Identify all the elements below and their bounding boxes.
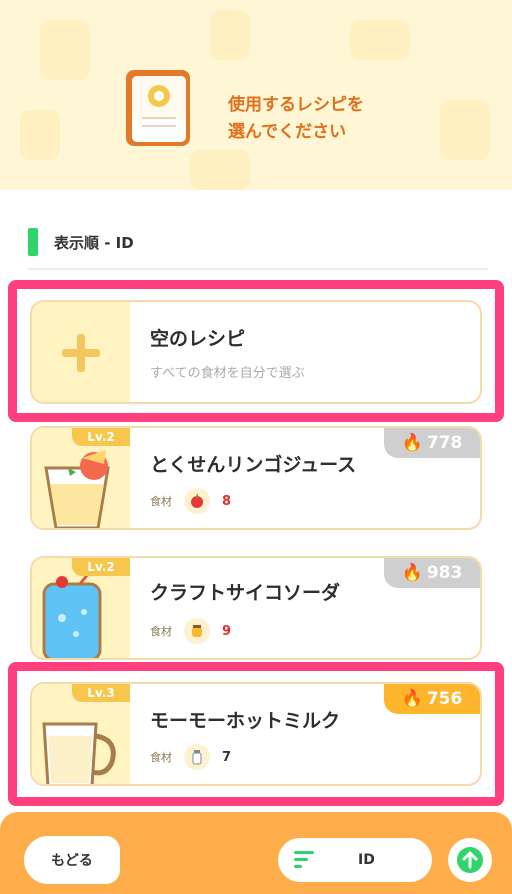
- back-button[interactable]: もどる: [24, 836, 120, 884]
- recipe-name: クラフトサイコソーダ: [150, 582, 341, 604]
- recipe-book-icon: [126, 70, 190, 146]
- empty-recipe-thumb: [32, 302, 130, 402]
- empty-recipe-card[interactable]: 空のレシピ すべての食材を自分で選ぶ: [30, 300, 482, 404]
- sort-direction-button[interactable]: [448, 838, 492, 882]
- sort-button[interactable]: ID: [278, 838, 432, 882]
- divider: [28, 268, 488, 270]
- ingredient-label: 食材: [150, 751, 172, 764]
- sort-order-label: 表示順 - ID: [28, 228, 134, 256]
- energy-value: 756: [426, 689, 463, 709]
- ingredient-label: 食材: [150, 495, 172, 508]
- empty-recipe-title: 空のレシピ: [150, 328, 246, 350]
- recipe-name: モーモーホットミルク: [150, 710, 341, 732]
- ingredient-row: 食材 9: [150, 618, 231, 644]
- header-banner: 使用するレシピを 選んでください: [0, 0, 512, 190]
- apple-icon: [184, 488, 210, 514]
- ingredient-count: 8: [222, 493, 232, 509]
- ingredient-row: 食材 8: [150, 488, 231, 514]
- ingredient-count: 7: [222, 749, 232, 765]
- header-title-line1: 使用するレシピを: [228, 95, 364, 115]
- header-title-line2: 選んでください: [228, 122, 347, 142]
- arrow-up-icon: [457, 847, 483, 873]
- recipe-card-hot-milk[interactable]: Lv.3 🔥 756 モーモーホットミルク 食材 7: [30, 682, 482, 786]
- energy-badge: 🔥 778: [384, 428, 480, 458]
- flame-icon: 🔥: [401, 563, 423, 583]
- plus-icon: [62, 334, 100, 372]
- sort-value: ID: [358, 852, 375, 868]
- recipe-card-apple-juice[interactable]: Lv.2 🔥 778 とくせんリンゴジュース 食材 8: [30, 426, 482, 530]
- header-title: 使用するレシピを 選んでください: [228, 92, 428, 146]
- ingredient-row: 食材 7: [150, 744, 231, 770]
- level-badge: Lv.2: [72, 558, 130, 576]
- energy-value: 778: [426, 433, 463, 453]
- milk-icon: [184, 744, 210, 770]
- energy-badge: 🔥 756: [384, 684, 480, 714]
- flame-icon: 🔥: [401, 433, 423, 453]
- sort-lines-icon: [294, 851, 314, 868]
- level-badge: Lv.3: [72, 684, 130, 702]
- recipe-name: とくせんリンゴジュース: [150, 454, 357, 476]
- ingredient-count: 9: [222, 623, 232, 639]
- sort-indicator-bar: [28, 228, 38, 256]
- energy-value: 983: [426, 563, 463, 583]
- level-badge: Lv.2: [72, 428, 130, 446]
- flame-icon: 🔥: [401, 689, 423, 709]
- recipe-card-craft-soda[interactable]: Lv.2 🔥 983 クラフトサイコソーダ 食材 9: [30, 556, 482, 660]
- empty-recipe-subtitle: すべての食材を自分で選ぶ: [150, 366, 305, 381]
- honey-icon: [184, 618, 210, 644]
- sort-order-text: 表示順 - ID: [54, 233, 134, 252]
- energy-badge: 🔥 983: [384, 558, 480, 588]
- ingredient-label: 食材: [150, 625, 172, 638]
- footer-bar: もどる ID: [0, 812, 512, 894]
